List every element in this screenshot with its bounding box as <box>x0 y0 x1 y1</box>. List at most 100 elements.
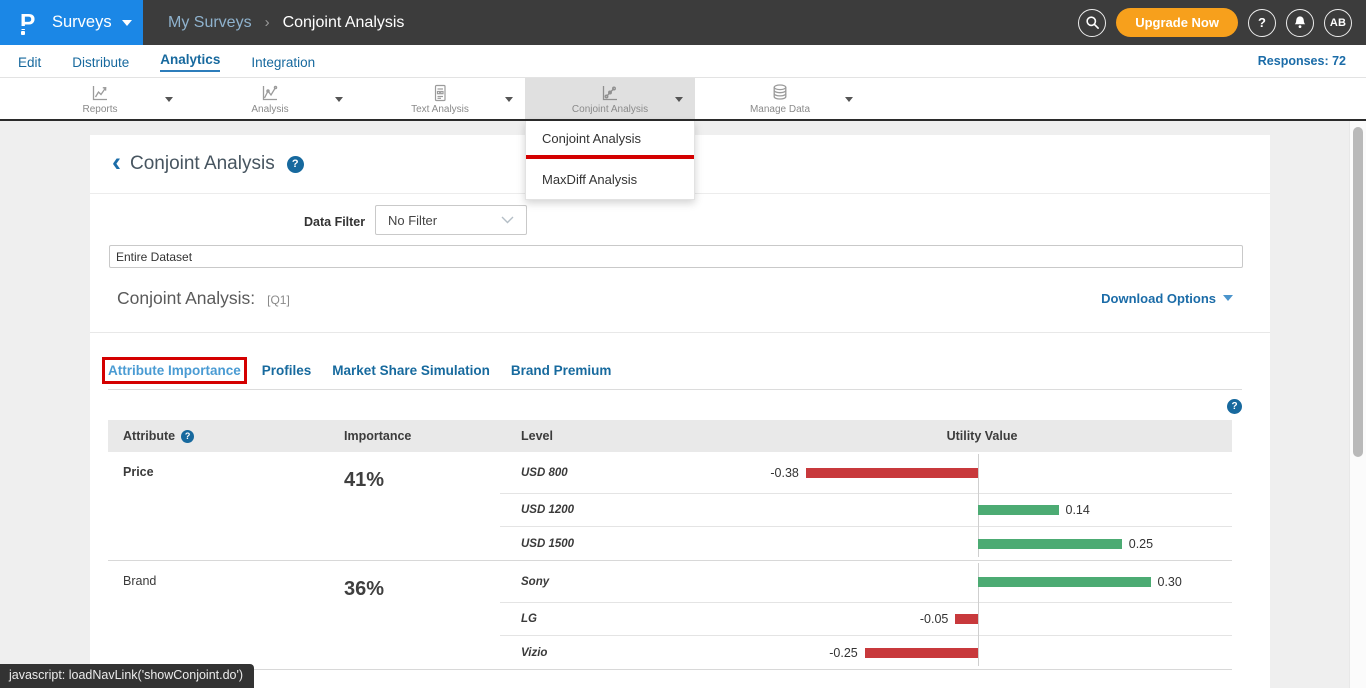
attribute-name: Price <box>108 452 320 560</box>
utility-value-label: 0.25 <box>1129 537 1153 551</box>
section-header: Conjoint Analysis: [Q1] Download Options <box>90 279 1270 317</box>
table-header: Attribute ? Importance Level Utility Val… <box>108 420 1232 452</box>
product-switcher[interactable]: P Surveys <box>0 0 143 45</box>
tab-attribute-importance[interactable]: Attribute Importance <box>108 363 241 378</box>
database-icon <box>770 83 790 103</box>
back-icon[interactable]: ‹ <box>112 152 121 172</box>
section-title: Conjoint Analysis: <box>117 288 255 309</box>
col-header-importance: Importance <box>320 429 500 443</box>
data-filter-label: Data Filter <box>304 215 365 229</box>
nav-tab-distribute[interactable]: Distribute <box>72 53 129 70</box>
page-help-icon[interactable]: ? <box>287 156 304 173</box>
chevron-down-icon <box>165 97 173 102</box>
scrollbar-thumb[interactable] <box>1353 127 1363 457</box>
data-filter-value: No Filter <box>388 213 437 228</box>
questionpro-logo-icon: P <box>20 9 42 37</box>
bell-icon <box>1293 15 1307 30</box>
nav-tab-integration[interactable]: Integration <box>251 53 315 70</box>
product-name: Surveys <box>52 13 112 32</box>
toolbar-conjoint-analysis[interactable]: Conjoint Analysis <box>525 78 695 119</box>
attribute-help-icon[interactable]: ? <box>181 430 194 443</box>
app-screen: P Surveys My Surveys › Conjoint Analysis… <box>0 0 1366 688</box>
breadcrumb: My Surveys › Conjoint Analysis <box>168 14 404 32</box>
menu-item-conjoint-analysis[interactable]: Conjoint Analysis <box>526 121 694 155</box>
importance-value: 36% <box>320 561 500 669</box>
result-tabs: Attribute Importance Profiles Market Sha… <box>108 363 1270 378</box>
attribute-name: Brand <box>108 561 320 669</box>
utility-bar-cell: -0.05 <box>732 603 1232 635</box>
col-header-utility-value: Utility Value <box>732 429 1232 443</box>
download-options-link[interactable]: Download Options <box>1101 291 1233 306</box>
level-row: USD 800 -0.38 <box>500 452 1232 494</box>
divider <box>90 332 1270 333</box>
conjoint-card: ‹ Conjoint Analysis ? Data Filter No Fil… <box>90 135 1270 688</box>
chevron-down-icon <box>845 97 853 102</box>
utility-bar <box>955 614 978 624</box>
data-filter-select[interactable]: No Filter <box>375 205 527 235</box>
utility-bar <box>865 648 978 658</box>
utility-bar-cell: 0.14 <box>732 494 1232 526</box>
breadcrumb-separator: › <box>265 14 270 31</box>
tab-brand-premium[interactable]: Brand Premium <box>511 363 612 378</box>
status-bar-link-preview: javascript: loadNavLink('showConjoint.do… <box>0 664 254 688</box>
utility-value-label: -0.38 <box>770 466 799 480</box>
utility-value-label: 0.30 <box>1158 575 1182 589</box>
scrollbar-track[interactable] <box>1349 121 1366 688</box>
level-row: Sony 0.30 <box>500 561 1232 603</box>
nav-tab-edit[interactable]: Edit <box>18 53 41 70</box>
utility-value-label: -0.25 <box>829 646 858 660</box>
level-row: USD 15000.25 <box>500 527 1232 560</box>
table-body: Price41%USD 800 -0.38 USD 12000.14USD 1500… <box>108 452 1232 669</box>
utility-bar <box>978 539 1122 549</box>
utility-bar <box>806 468 978 478</box>
utility-bar-cell: 0.25 <box>732 527 1232 560</box>
toolbar-analysis[interactable]: Analysis <box>185 78 355 119</box>
tab-market-share-simulation[interactable]: Market Share Simulation <box>332 363 490 378</box>
breadcrumb-my-surveys[interactable]: My Surveys <box>168 14 252 32</box>
survey-nav: Edit Distribute Analytics Integration Re… <box>0 45 1366 77</box>
chevron-down-icon <box>675 97 683 102</box>
menu-item-maxdiff-analysis[interactable]: MaxDiff Analysis <box>526 159 694 199</box>
search-button[interactable] <box>1078 9 1106 37</box>
table-help-row: ? <box>90 390 1270 420</box>
dataset-input[interactable] <box>109 245 1243 268</box>
tab-profiles[interactable]: Profiles <box>262 363 312 378</box>
level-label: USD 1200 <box>500 504 732 516</box>
utility-bar-cell: 0.30 <box>732 561 1232 602</box>
attribute-group: Brand36%Sony0.30LG-0.05Vizio-0.25 <box>108 560 1232 669</box>
chevron-down-icon <box>122 20 132 26</box>
level-label: Sony <box>500 576 732 588</box>
user-avatar[interactable]: AB <box>1324 9 1352 37</box>
level-label: LG <box>500 613 732 625</box>
chevron-down-icon <box>335 97 343 102</box>
utility-bar <box>978 505 1059 515</box>
filter-row: Data Filter No Filter <box>90 194 1270 243</box>
toolbar-manage-data[interactable]: Manage Data <box>695 78 865 119</box>
level-label: USD 800 <box>500 467 732 479</box>
attribute-group: Price41%USD 800 -0.38 USD 12000.14USD 1500… <box>108 452 1232 560</box>
toolbar-reports[interactable]: Reports <box>15 78 185 119</box>
chevron-down-icon <box>505 97 513 102</box>
topbar: P Surveys My Surveys › Conjoint Analysis… <box>0 0 1366 45</box>
table-help-icon[interactable]: ? <box>1227 399 1242 414</box>
topbar-actions: Upgrade Now ? AB <box>1078 8 1366 37</box>
search-icon <box>1085 15 1100 30</box>
line-chart-icon <box>90 83 110 103</box>
chevron-down-icon <box>1223 295 1233 301</box>
attribute-importance-table: Attribute ? Importance Level Utility Val… <box>108 420 1232 670</box>
level-row: LG-0.05 <box>500 603 1232 636</box>
importance-value: 41% <box>320 452 500 560</box>
question-reference: [Q1] <box>267 293 290 307</box>
col-header-level: Level <box>500 429 732 443</box>
utility-bar-cell: -0.38 <box>732 452 1232 493</box>
nav-tab-analytics[interactable]: Analytics <box>160 50 220 72</box>
level-label: Vizio <box>500 647 732 659</box>
toolbar-text-analysis[interactable]: Text Analysis <box>355 78 525 119</box>
trend-chart-icon <box>260 83 280 103</box>
conjoint-dropdown-menu: Conjoint Analysis MaxDiff Analysis <box>525 121 695 200</box>
help-button[interactable]: ? <box>1248 9 1276 37</box>
main-content: ‹ Conjoint Analysis ? Data Filter No Fil… <box>0 121 1366 688</box>
upgrade-now-button[interactable]: Upgrade Now <box>1116 8 1238 37</box>
notifications-button[interactable] <box>1286 9 1314 37</box>
responses-count[interactable]: Responses: 72 <box>1258 54 1346 68</box>
